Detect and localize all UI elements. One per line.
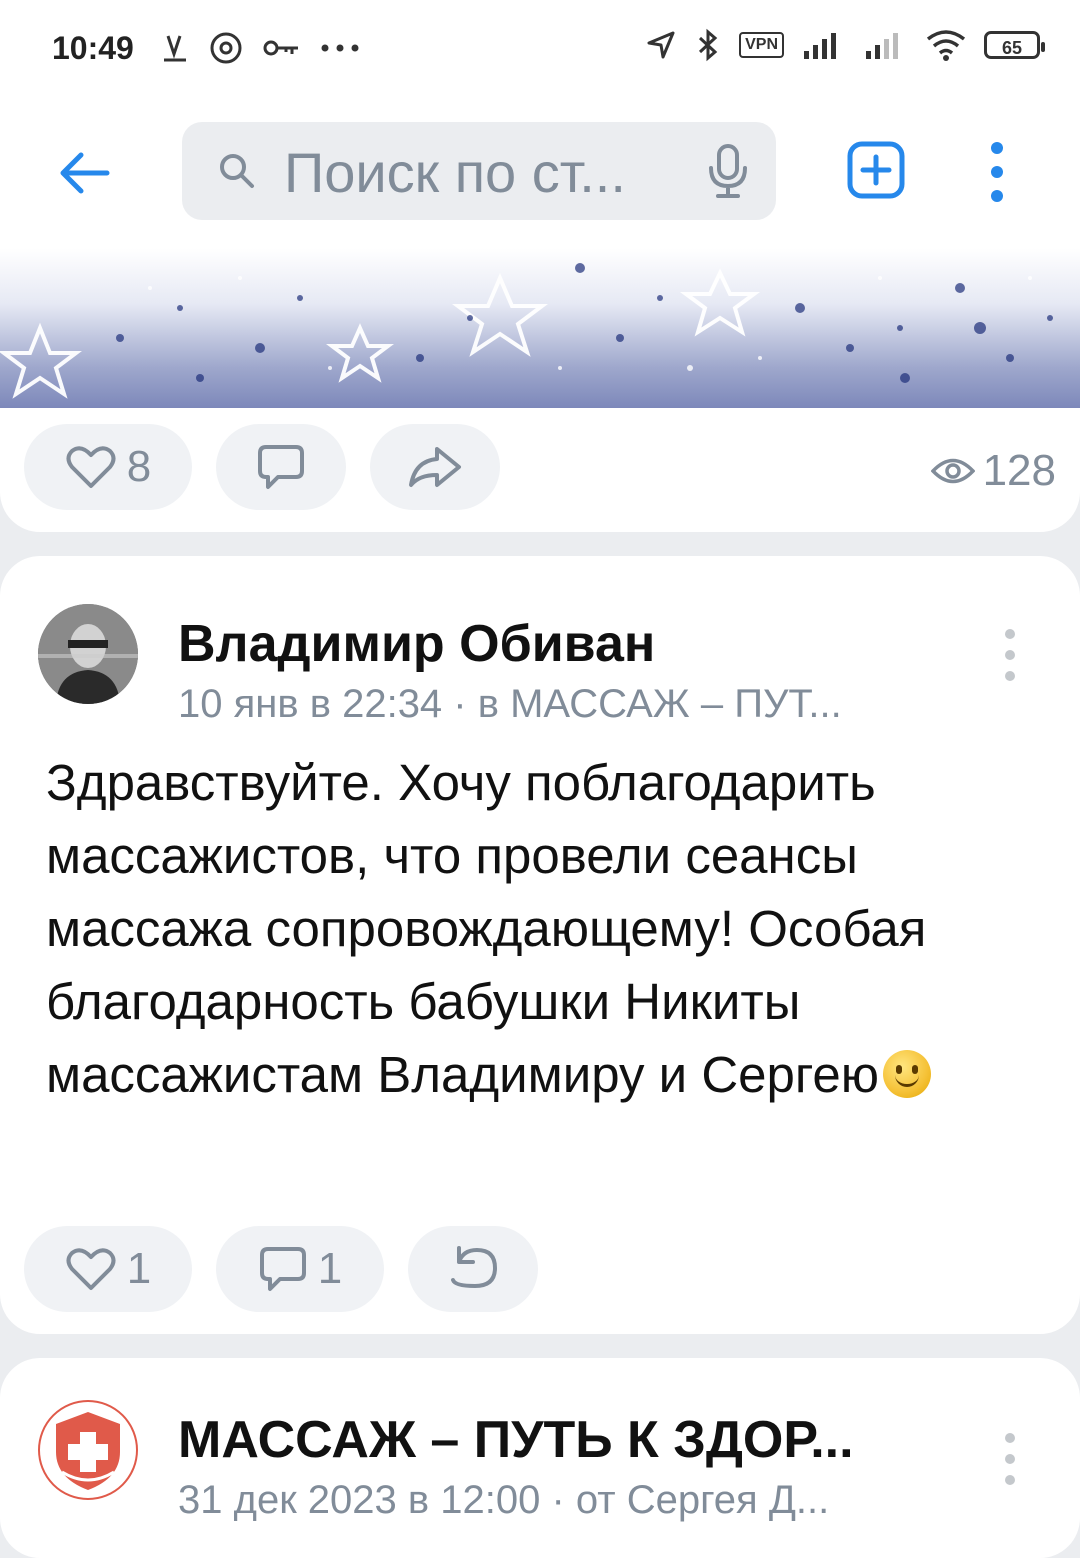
group-logo (56, 1412, 120, 1490)
wifi-icon (926, 30, 966, 61)
group-name[interactable]: МАССАЖ – ПУТЬ К ЗДОР... (178, 1410, 854, 1470)
comment-button[interactable] (216, 424, 346, 510)
post-card: МАССАЖ – ПУТЬ К ЗДОР... 31 дек 2023 в 12… (0, 1358, 1080, 1558)
comment-button[interactable]: 1 (216, 1226, 384, 1312)
location-icon (647, 31, 675, 59)
share-button[interactable] (370, 424, 500, 510)
more-options-button[interactable] (982, 140, 1012, 204)
eye-icon (930, 458, 975, 484)
avatar[interactable] (38, 604, 138, 704)
user-photo (38, 604, 138, 704)
key-icon (263, 40, 298, 56)
voice-search-button[interactable] (706, 142, 750, 205)
comment-count: 1 (317, 1244, 343, 1293)
post-image[interactable] (0, 248, 1080, 408)
post-meta[interactable]: 31 дек 2023 в 12:00 · от Сергея Д... (178, 1478, 829, 1523)
smile-emoji-icon (882, 1050, 931, 1098)
share-icon (409, 447, 461, 487)
more-vertical-icon (991, 142, 1003, 202)
add-button[interactable] (846, 140, 906, 200)
search-placeholder: Поиск по ст... (284, 141, 626, 204)
microphone-icon (709, 144, 747, 198)
post-actions: 8 128 (0, 408, 1080, 532)
status-time: 10:49 (52, 30, 134, 66)
post-card: Владимир Обиван 10 янв в 22:34 · в МАССА… (0, 556, 1080, 1334)
back-button[interactable] (55, 148, 115, 198)
heart-icon (66, 1248, 116, 1290)
battery-indicator: 65 (984, 31, 1045, 59)
at-sign-icon (210, 32, 242, 64)
more-vertical-icon (1005, 629, 1015, 681)
download-icon (164, 35, 186, 62)
like-count: 1 (126, 1244, 152, 1293)
comment-icon (259, 1247, 306, 1291)
reply-button[interactable] (408, 1226, 538, 1312)
heart-icon (66, 446, 116, 488)
search-icon (220, 154, 254, 188)
like-count: 8 (126, 442, 152, 491)
like-button[interactable]: 8 (24, 424, 192, 510)
more-vertical-icon (1005, 1433, 1015, 1485)
signal-2-icon (866, 33, 898, 59)
post-menu-button[interactable] (998, 1432, 1022, 1486)
author-name[interactable]: Владимир Обиван (178, 614, 655, 674)
avatar[interactable] (38, 1400, 138, 1500)
status-bar: 10:49 VPN 65 (0, 0, 1080, 100)
signal-icon (804, 33, 836, 59)
search-field[interactable]: Поиск по ст... (182, 122, 776, 220)
arrow-left-icon (60, 152, 110, 194)
post-menu-button[interactable] (998, 628, 1022, 682)
views-count: 128 (982, 446, 1056, 495)
bluetooth-icon (699, 28, 718, 62)
reply-icon (451, 1246, 497, 1288)
comment-icon (258, 445, 304, 489)
stars-decoration (0, 263, 1053, 399)
like-button[interactable]: 1 (24, 1226, 192, 1312)
top-bar: Поиск по ст... (0, 100, 1080, 248)
more-notifications-icon (321, 44, 359, 52)
views-counter: 128 (930, 446, 1056, 496)
plus-square-icon (847, 141, 905, 199)
vpn-badge: VPN (739, 32, 784, 58)
post-text: Здравствуйте. Хочу поблагодарить массажи… (46, 746, 1036, 1111)
post-meta[interactable]: 10 янв в 22:34 · в МАССАЖ – ПУТ... (178, 682, 842, 727)
